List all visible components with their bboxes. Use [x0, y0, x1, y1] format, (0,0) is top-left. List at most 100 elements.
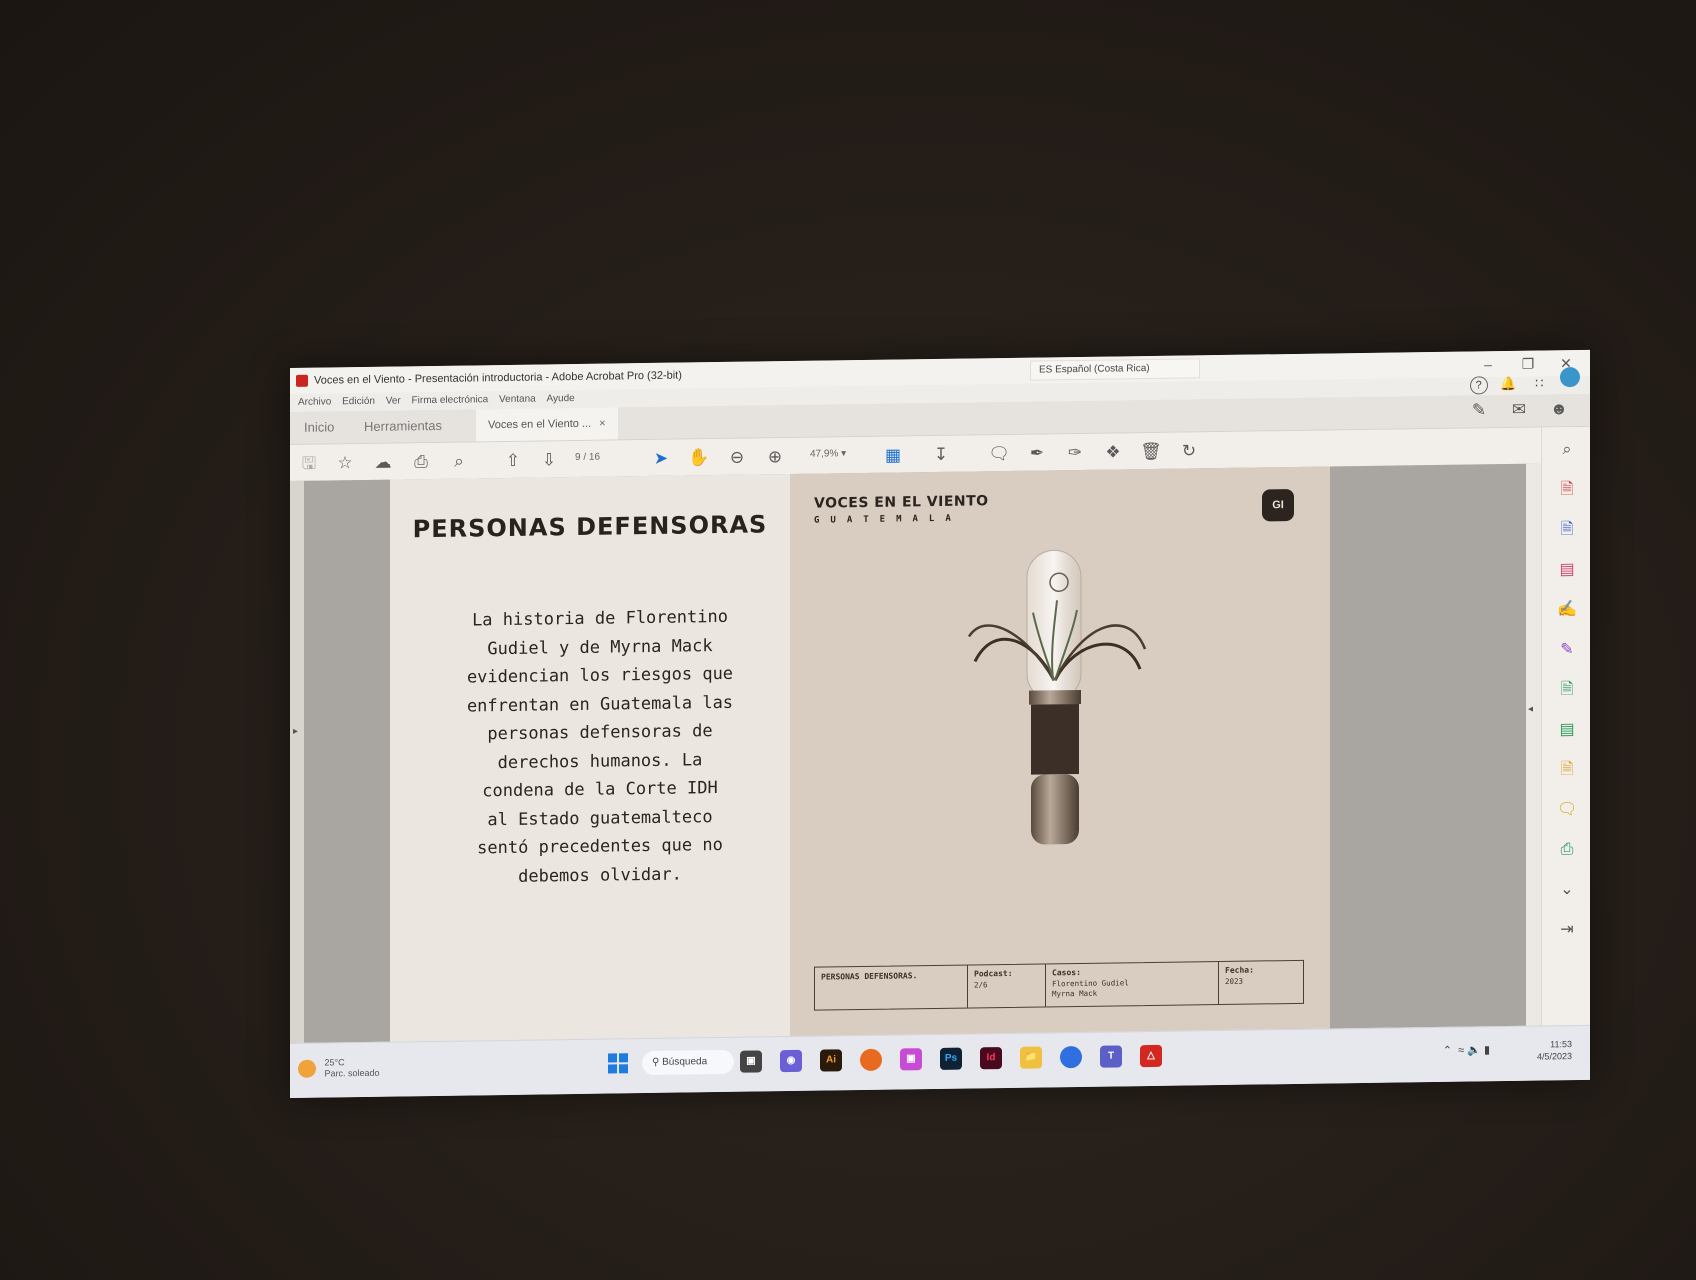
rotate-icon[interactable]: ↻: [1178, 440, 1200, 462]
profile-avatar[interactable]: [1560, 366, 1580, 388]
menu-ayuda[interactable]: Ayude: [547, 393, 575, 404]
print-production-icon[interactable]: ⎙: [1556, 839, 1578, 861]
collapse-right-panel-icon[interactable]: ◂: [1528, 704, 1533, 715]
menu-archivo[interactable]: Archivo: [298, 396, 331, 407]
zoom-select[interactable]: 47,9% ▾: [810, 448, 846, 460]
menu-ver[interactable]: Ver: [386, 395, 401, 406]
slide-image-column: VOCES EN EL VIENTO GUATEMALA GI PERSONAS…: [790, 466, 1330, 1038]
window-title: Voces en el Viento - Presentación introd…: [314, 369, 682, 387]
hand-tool-icon[interactable]: ✋: [688, 447, 710, 469]
collapse-panel-icon[interactable]: ⇥: [1556, 919, 1578, 941]
slide-page: PERSONAS DEFENSORAS La historia de Flore…: [390, 466, 1330, 1043]
zoom-in-icon[interactable]: ⊕: [764, 446, 786, 468]
tools-side-panel: ⌕ 🗎 🗎 ▤ ✍ ✎ 🗎 ▤ 🗎 🗨 ⎙ ⌄ ⇥: [1541, 426, 1590, 1027]
expand-left-icon[interactable]: ▸: [293, 726, 298, 737]
menu-firma-electronica[interactable]: Firma electrónica: [412, 394, 489, 406]
search-icon[interactable]: ⌕: [448, 450, 470, 472]
edit-pdf-icon[interactable]: 🗎: [1556, 679, 1578, 701]
projected-screen: Voces en el Viento - Presentación introd…: [290, 349, 1590, 1098]
language-indicator[interactable]: ES Español (Costa Rica): [1030, 358, 1200, 381]
plant-capsule-illustration: [967, 549, 1147, 845]
share-user-icon[interactable]: ☻: [1548, 398, 1570, 420]
organize-pages-icon[interactable]: ▤: [1556, 559, 1578, 581]
zoom-out-icon[interactable]: ⊖: [726, 447, 748, 469]
cases-label: Casos:: [1052, 967, 1081, 978]
weather-sun-icon: [298, 1059, 316, 1078]
weather-desc: Parc. soleado: [324, 1067, 380, 1079]
select-cursor-icon[interactable]: ➤: [650, 448, 672, 470]
mail-icon[interactable]: ✉: [1508, 399, 1530, 421]
firefox-app-icon[interactable]: [860, 1048, 882, 1072]
sign-icon[interactable]: ✎: [1468, 399, 1490, 421]
zoom-value: 47,9%: [810, 448, 839, 460]
menu-edicion[interactable]: Edición: [342, 396, 375, 407]
page-indicator[interactable]: 9 / 16: [575, 452, 600, 463]
pen-icon[interactable]: ✒: [1026, 442, 1048, 464]
start-button[interactable]: [608, 1053, 628, 1074]
taskbar-search[interactable]: ⚲ Búsqueda: [642, 1049, 734, 1076]
left-panel-toggle[interactable]: ▸: [290, 480, 304, 1044]
request-signature-icon[interactable]: ✍: [1556, 599, 1578, 621]
slide-info-table: PERSONAS DEFENSORAS. Podcast: 2/6 Casos:…: [814, 959, 1304, 1011]
teams-app-icon[interactable]: T: [1100, 1045, 1122, 1068]
compress-pdf-icon[interactable]: 🗎: [1556, 759, 1578, 781]
close-tab-button[interactable]: ×: [599, 418, 605, 430]
photoshop-app-icon[interactable]: Ps: [940, 1047, 962, 1070]
indesign-app-icon[interactable]: Id: [980, 1047, 1002, 1070]
print-icon[interactable]: ⎙: [410, 451, 432, 473]
apps-grid-icon[interactable]: ∷: [1529, 373, 1549, 393]
fit-page-icon[interactable]: ▦: [882, 444, 904, 466]
slide-text-column: PERSONAS DEFENSORAS La historia de Flore…: [390, 474, 790, 1043]
zoom-app-icon[interactable]: [1060, 1045, 1082, 1069]
combine-files-icon[interactable]: ▤: [1556, 719, 1578, 741]
create-pdf-icon[interactable]: 🗎: [1556, 519, 1578, 541]
acrobat-app-icon[interactable]: △: [1140, 1044, 1162, 1068]
page-down-icon[interactable]: ⇩: [538, 449, 560, 471]
zoom-search-icon[interactable]: ⌕: [1556, 439, 1578, 461]
tab-inicio[interactable]: Inicio: [304, 411, 334, 443]
topic-label: PERSONAS DEFENSORAS.: [821, 971, 918, 982]
trash-icon[interactable]: 🗑: [1140, 441, 1162, 463]
bell-icon[interactable]: 🔔: [1498, 374, 1518, 394]
weather-widget[interactable]: 25°C Parc. soleado: [298, 1057, 380, 1080]
weather-temp: 25°C: [324, 1057, 345, 1068]
taskbar-search-label: Búsqueda: [662, 1056, 708, 1068]
cloud-upload-icon[interactable]: ☁: [372, 452, 394, 474]
stamp-icon[interactable]: ❖: [1102, 441, 1124, 463]
comment-icon[interactable]: 🗨: [988, 443, 1010, 465]
task-view-icon[interactable]: ▣: [740, 1050, 762, 1073]
star-icon[interactable]: ☆: [334, 452, 356, 474]
date-label: Fecha:: [1225, 965, 1254, 975]
slide-heading: PERSONAS DEFENSORAS: [412, 510, 768, 544]
page-current[interactable]: 9: [575, 452, 581, 463]
clock-date: 4/5/2023: [1536, 1051, 1572, 1062]
help-icon[interactable]: ?: [1469, 376, 1488, 395]
clock[interactable]: 11:53 4/5/2023: [1537, 1038, 1572, 1062]
page-total: / 16: [583, 451, 601, 463]
highlight-sign-icon[interactable]: ✑: [1064, 442, 1086, 464]
comment-tool-icon[interactable]: 🗨: [1556, 799, 1578, 821]
more-tools-icon[interactable]: ⌄: [1556, 879, 1578, 901]
system-tray[interactable]: ⌃ ≈ 🔈 ▮: [1443, 1043, 1490, 1057]
podcast-value: 2/6: [974, 980, 988, 990]
brand-block: VOCES EN EL VIENTO GUATEMALA: [814, 493, 989, 525]
menu-ventana[interactable]: Ventana: [499, 394, 536, 406]
illustrator-app-icon[interactable]: Ai: [820, 1049, 842, 1072]
brand-subtitle: GUATEMALA: [814, 513, 962, 526]
tab-herramientas[interactable]: Herramientas: [364, 410, 442, 443]
date-value: 2023: [1225, 976, 1244, 986]
acrobat-logo-icon: [296, 374, 308, 387]
vertical-scrollbar[interactable]: ◂: [1526, 463, 1542, 1027]
clock-time: 11:53: [1550, 1039, 1572, 1050]
photos-app-icon[interactable]: ▣: [900, 1048, 922, 1071]
page-up-icon[interactable]: ⇧: [502, 450, 524, 472]
save-icon[interactable]: 🖫: [298, 453, 320, 475]
chat-app-icon[interactable]: ◉: [780, 1049, 802, 1073]
fill-sign-icon[interactable]: ✎: [1556, 639, 1578, 661]
tab-document[interactable]: Voces en el Viento ... ×: [476, 407, 618, 442]
file-explorer-icon[interactable]: 📁: [1020, 1046, 1042, 1069]
document-area: ▸ PERSONAS DEFENSORAS La historia de Flo…: [290, 426, 1590, 1044]
tab-document-label: Voces en el Viento ...: [488, 417, 592, 432]
export-pdf-icon[interactable]: 🗎: [1556, 479, 1578, 501]
scroll-mode-icon[interactable]: ↧: [930, 444, 952, 466]
